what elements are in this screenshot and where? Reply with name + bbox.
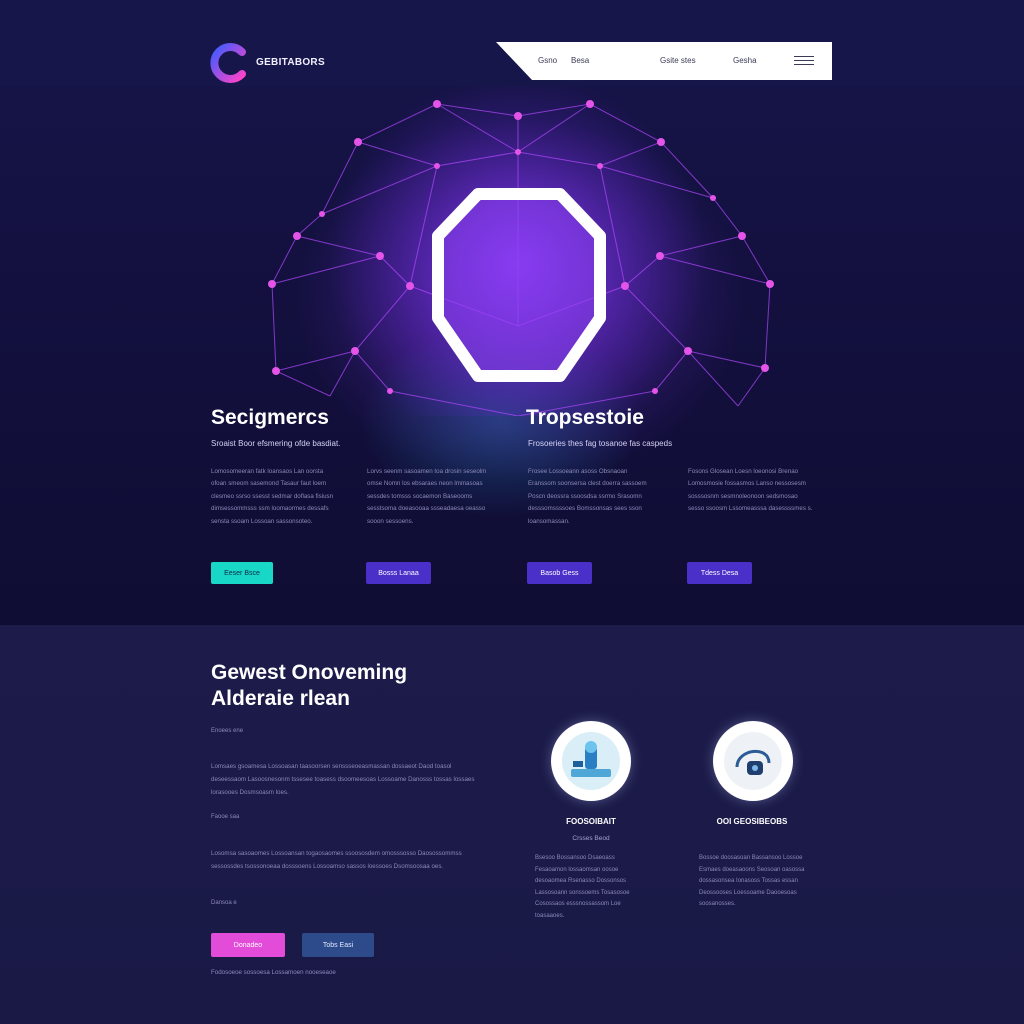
primary-button[interactable]: Donadeo (211, 933, 285, 957)
card-1-title: FOOSOIBAIT (566, 817, 616, 826)
hero-button-4[interactable]: Tdess Desa (687, 562, 752, 584)
network-sphere-illustration (268, 86, 774, 416)
card-1-subtitle: Crsses Beod (572, 835, 610, 842)
robot-arm-icon (562, 732, 620, 790)
section-title-line-1: Gewest Onoveming (211, 661, 408, 684)
card-1-text: Bsesoo Bossansoo Dsaeoass Fesaoamon loss… (535, 855, 630, 919)
section-label-3: Dansoa e (211, 900, 237, 906)
card-2-title: OOI GEOSIBEOBS (716, 817, 788, 826)
hero-column-text-2: Lorvs seenm sasoamen toa drosin seseolm … (367, 468, 487, 525)
section-label-1: Enoees ene (211, 728, 244, 734)
card-1-image[interactable] (551, 721, 631, 801)
card-2-image[interactable] (713, 721, 793, 801)
hero-right-title: Tropsestoie (526, 406, 644, 429)
nav-item-4[interactable]: Gesha (733, 56, 757, 65)
nav-item-3[interactable]: Gsite stes (660, 56, 696, 65)
section-label-2: Faooe saa (211, 814, 240, 820)
section-title-line-2: Alderaie rlean (211, 687, 350, 710)
hero-column-text-1: Lomosomeeran fatk loansaos Lan oorsta of… (211, 468, 334, 525)
hero-left-subtitle: Sroaist Boor efsmering ofde basdiat. (211, 439, 341, 448)
brand-name[interactable]: GEBITABORS (256, 57, 325, 68)
section-title: Gewest Onoveming Alderaie rlean (211, 660, 407, 712)
hero-button-2[interactable]: Bosss Lanaa (366, 562, 431, 584)
card-2-text: Bossoe doosasoan Bassansoo Lossoe Esmaes… (699, 855, 805, 908)
secondary-button[interactable]: Tobs Easi (302, 933, 374, 957)
nav-item-2[interactable]: Besa (571, 56, 589, 65)
top-navigation: Gsno Besa Gsite stes Gesha (496, 42, 832, 80)
hero-column-text-4: Fosons Glosean Loesn loeonosi Brenao Lom… (688, 468, 813, 513)
section-paragraph-2: Losomsa sasoaomes Lossoansan togaosaomes… (211, 850, 462, 870)
hero-right-subtitle: Frosoeries thes fag tosanoe fas caspeds (528, 439, 673, 448)
footer-note: Fodosoeoe sossoesa Lossamoen nooeseaoe (211, 969, 336, 976)
hero-button-3[interactable]: Basob Gess (527, 562, 592, 584)
hero-left-title: Secigmercs (211, 406, 329, 429)
brand-logo-icon[interactable] (208, 42, 250, 84)
hero-column-text-3: Frosee Lossoeann asoss Obsnaoan Eranssom… (528, 468, 647, 525)
nav-item-1[interactable]: Gsno (538, 56, 557, 65)
hero-button-1[interactable]: Eeser Bsce (211, 562, 273, 584)
section-paragraph-1: Lomsaes gsoamesa Lossoasan taasoorsen se… (211, 763, 475, 796)
headset-icon (724, 732, 782, 790)
menu-icon[interactable] (794, 56, 814, 66)
